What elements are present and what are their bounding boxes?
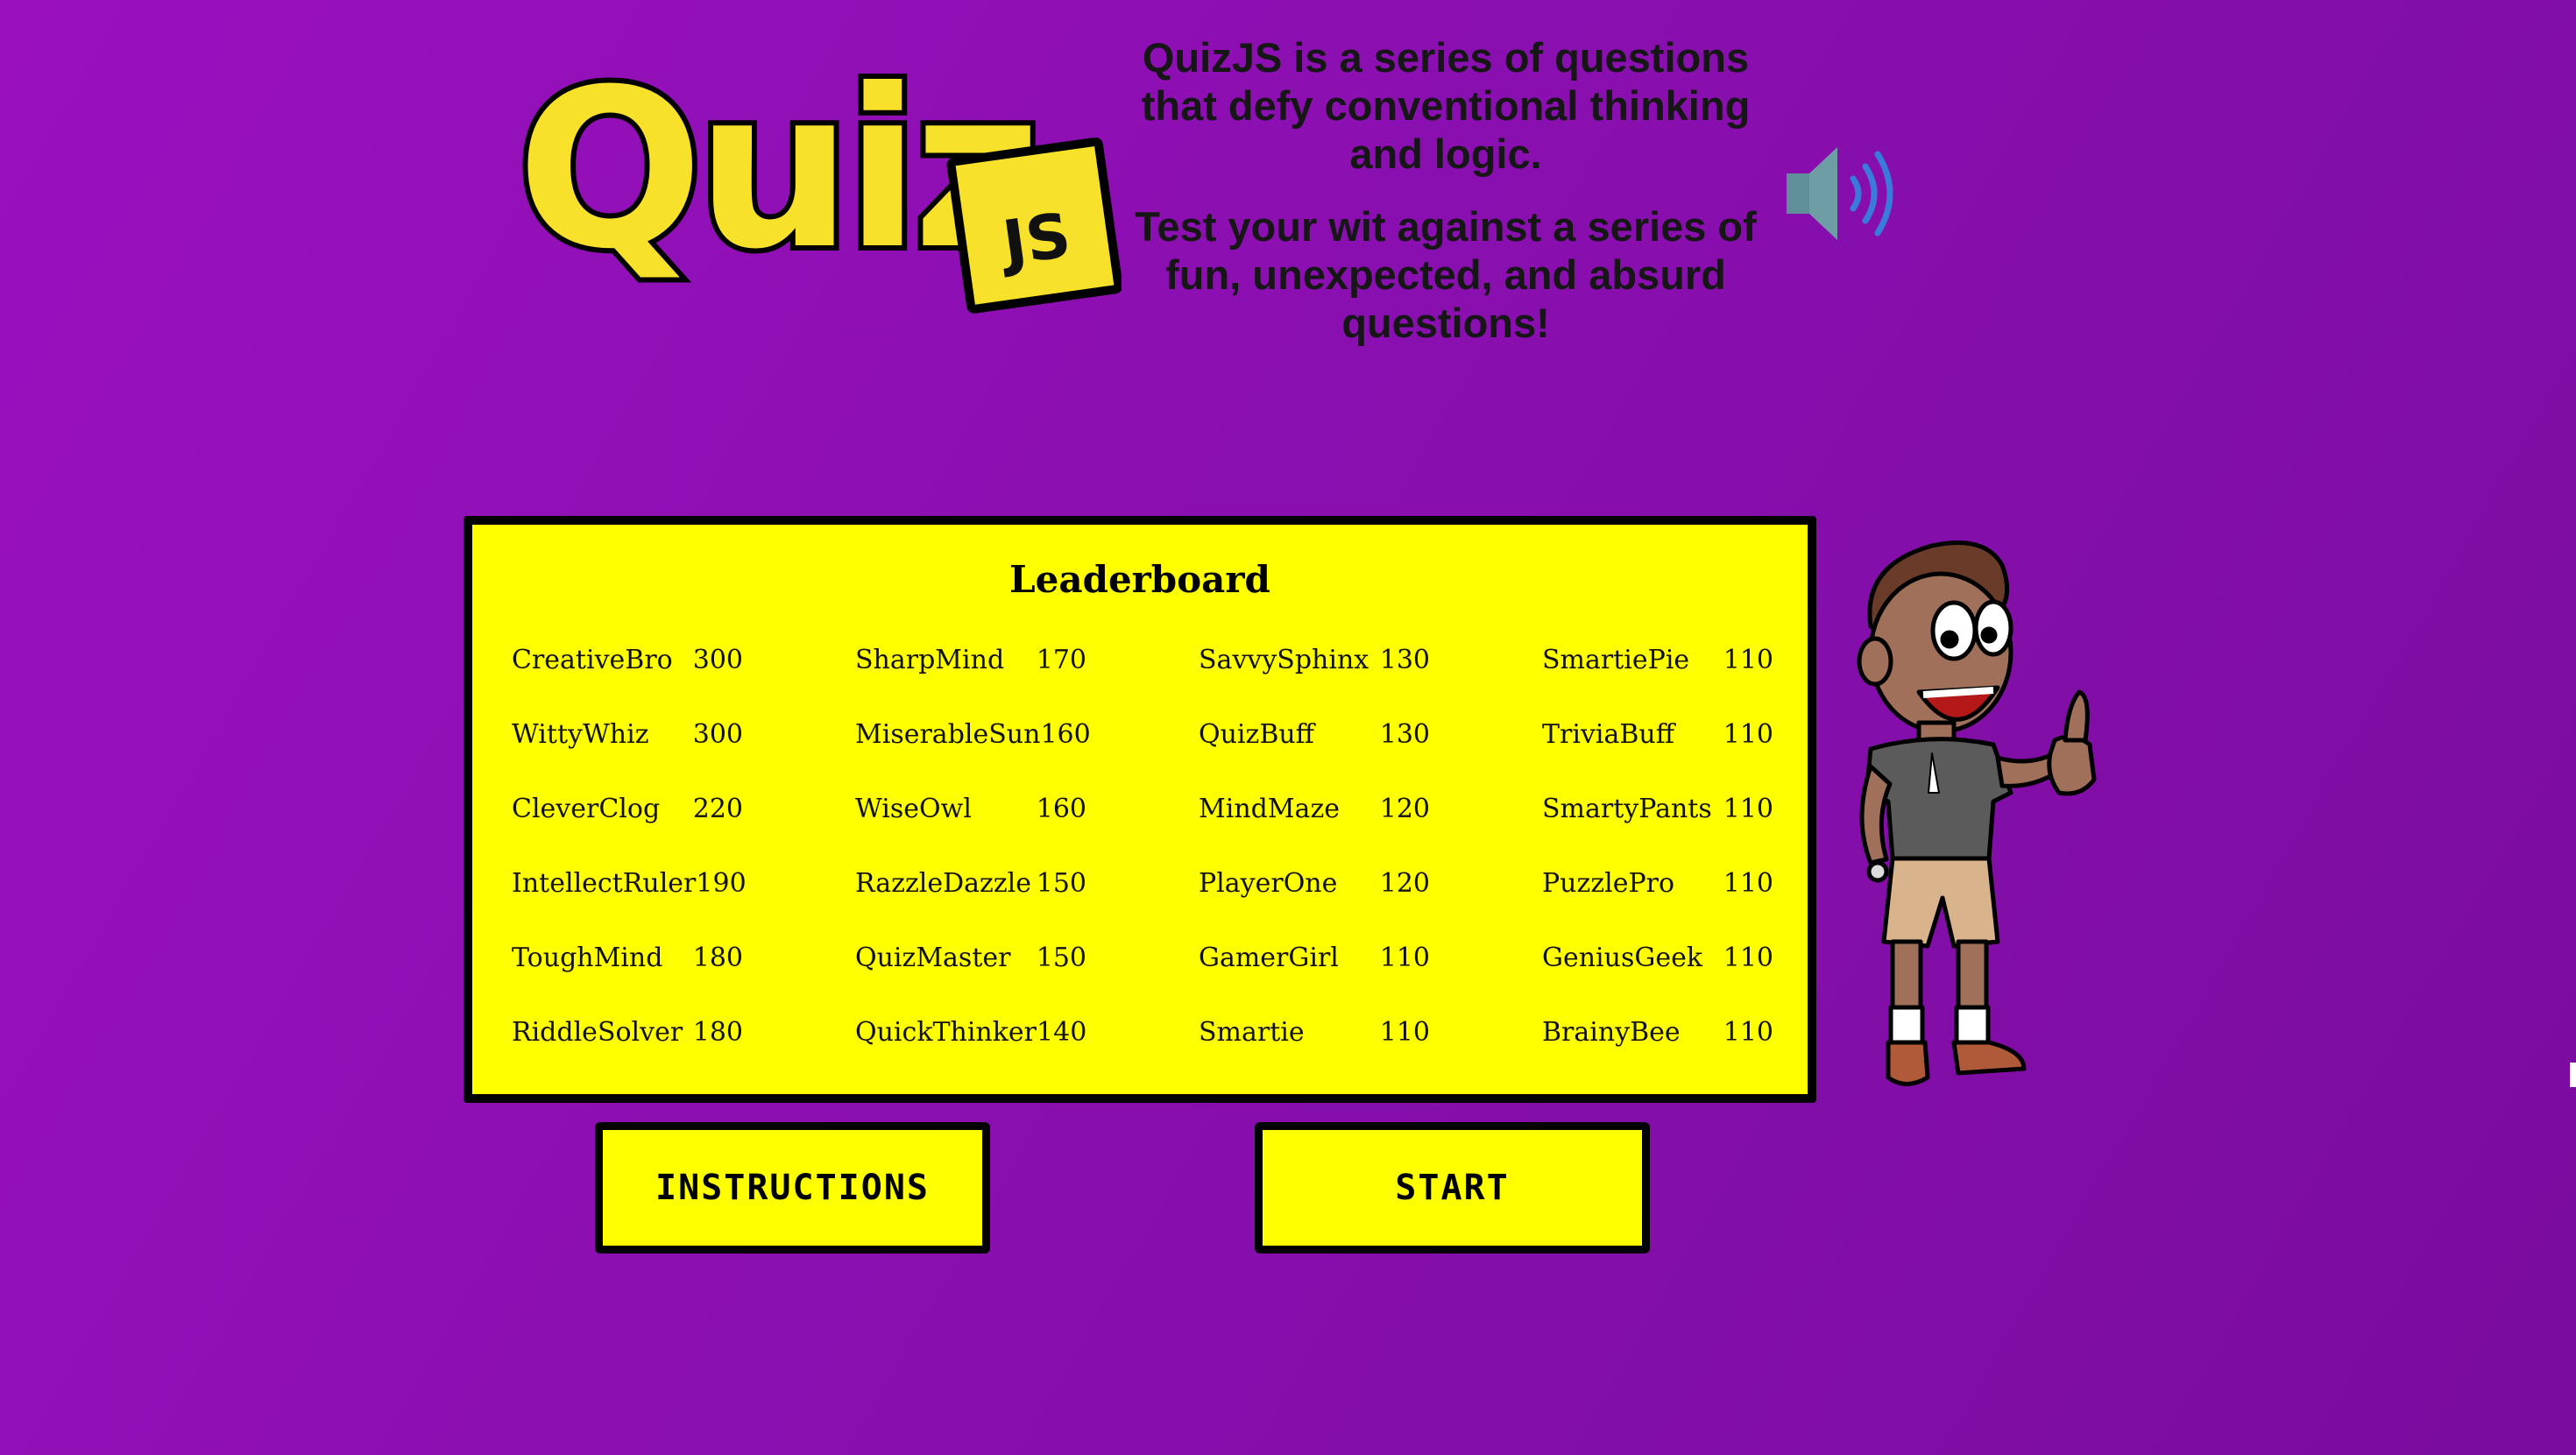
player-score: 150 bbox=[1036, 868, 1086, 899]
player-name: RiddleSolver bbox=[512, 1017, 683, 1048]
leaderboard-entry: QuizBuff 130 bbox=[1199, 697, 1430, 772]
player-score: 110 bbox=[1723, 1017, 1773, 1048]
player-score: 110 bbox=[1723, 645, 1773, 675]
player-score: 300 bbox=[692, 645, 743, 675]
leaderboard-entry: SmartyPants 110 bbox=[1542, 772, 1773, 846]
leaderboard-title: Leaderboard bbox=[1009, 558, 1270, 601]
player-score: 170 bbox=[1036, 645, 1086, 675]
start-button[interactable]: START bbox=[1255, 1122, 1650, 1254]
leaderboard-grid: CreativeBro 300 WittyWhiz 300 CleverClog 22… bbox=[512, 623, 1773, 1070]
player-name: SavvySphinx bbox=[1199, 645, 1369, 675]
speaker-on-icon[interactable] bbox=[1783, 140, 1901, 245]
leaderboard-entry: Smartie 110 bbox=[1199, 995, 1430, 1070]
leaderboard-entry: RazzleDazzle 150 bbox=[855, 846, 1086, 921]
leaderboard-entry: MiserableSun 160 bbox=[855, 697, 1091, 772]
edge-marker bbox=[2570, 1063, 2576, 1087]
player-name: QuickThinker bbox=[855, 1017, 1037, 1048]
player-name: GeniusGeek bbox=[1542, 943, 1703, 973]
leaderboard-entry: MindMaze 120 bbox=[1199, 772, 1430, 846]
player-score: 120 bbox=[1379, 794, 1430, 824]
leaderboard-entry: TriviaBuff 110 bbox=[1542, 697, 1773, 772]
player-score: 300 bbox=[692, 719, 743, 750]
player-score: 110 bbox=[1723, 943, 1773, 973]
player-name: IntellectRuler bbox=[512, 868, 697, 899]
player-score: 190 bbox=[696, 868, 747, 899]
player-name: TriviaBuff bbox=[1542, 719, 1675, 750]
player-score: 130 bbox=[1379, 645, 1430, 675]
player-name: MiserableSun bbox=[855, 719, 1041, 750]
player-name: PlayerOne bbox=[1199, 868, 1338, 899]
leaderboard-panel: Leaderboard CreativeBro 300 WittyWhiz 300 … bbox=[464, 516, 1816, 1103]
player-score: 110 bbox=[1723, 719, 1773, 750]
leaderboard-entry: IntellectRuler 190 bbox=[512, 846, 747, 921]
player-name: MindMaze bbox=[1199, 794, 1341, 824]
player-score: 160 bbox=[1036, 794, 1086, 824]
player-score: 110 bbox=[1379, 1017, 1430, 1048]
player-name: PuzzlePro bbox=[1542, 868, 1675, 899]
leaderboard-entry: SavvySphinx 130 bbox=[1199, 623, 1430, 697]
player-score: 120 bbox=[1379, 868, 1430, 899]
player-name: Smartie bbox=[1199, 1017, 1305, 1048]
logo-badge: JS bbox=[995, 199, 1075, 279]
player-score: 180 bbox=[692, 943, 743, 973]
leaderboard-entry: SmartiePie 110 bbox=[1542, 623, 1773, 697]
leaderboard-entry: BrainyBee 110 bbox=[1542, 995, 1773, 1070]
player-score: 180 bbox=[692, 1017, 743, 1048]
player-score: 150 bbox=[1036, 943, 1086, 973]
player-name: SmartyPants bbox=[1542, 794, 1712, 824]
player-name: CreativeBro bbox=[512, 645, 673, 675]
leaderboard-entry: SharpMind 170 bbox=[855, 623, 1086, 697]
leaderboard-entry: PuzzlePro 110 bbox=[1542, 846, 1773, 921]
player-score: 110 bbox=[1723, 794, 1773, 824]
leaderboard-entry: WiseOwl 160 bbox=[855, 772, 1086, 846]
player-score: 110 bbox=[1723, 868, 1773, 899]
instructions-button[interactable]: INSTRUCTIONS bbox=[595, 1122, 990, 1254]
player-name: CleverClog bbox=[512, 794, 661, 824]
player-name: GamerGirl bbox=[1199, 943, 1339, 973]
leaderboard-entry: RiddleSolver 180 bbox=[512, 995, 743, 1070]
player-score: 130 bbox=[1379, 719, 1430, 750]
player-name: SmartiePie bbox=[1542, 645, 1690, 675]
leaderboard-entry: PlayerOne 120 bbox=[1199, 846, 1430, 921]
player-name: QuizMaster bbox=[855, 943, 1011, 973]
mascot-thumbs-up-illustration bbox=[1836, 530, 2134, 1095]
leaderboard-entry: GeniusGeek 110 bbox=[1542, 921, 1773, 995]
player-name: SharpMind bbox=[855, 645, 1005, 675]
player-name: RazzleDazzle bbox=[855, 868, 1032, 899]
player-score: 110 bbox=[1379, 943, 1430, 973]
leaderboard-entry: QuizMaster 150 bbox=[855, 921, 1086, 995]
player-score: 140 bbox=[1037, 1017, 1087, 1048]
player-name: WittyWhiz bbox=[512, 719, 649, 750]
player-name: ToughMind bbox=[512, 943, 663, 973]
leaderboard-entry: CreativeBro 300 bbox=[512, 623, 743, 697]
player-name: BrainyBee bbox=[1542, 1017, 1681, 1048]
quizjs-logo: Quiz JS bbox=[508, 48, 1122, 328]
intro-paragraph-1: QuizJS is a series of questions that def… bbox=[1141, 34, 1751, 177]
leaderboard-entry: GamerGirl 110 bbox=[1199, 921, 1430, 995]
leaderboard-entry: WittyWhiz 300 bbox=[512, 697, 743, 772]
player-name: QuizBuff bbox=[1199, 719, 1314, 750]
intro-text: QuizJS is a series of questions that def… bbox=[1122, 33, 1770, 371]
player-score: 220 bbox=[692, 794, 743, 824]
intro-paragraph-2: Test your wit against a series of fun, u… bbox=[1135, 203, 1757, 346]
leaderboard-entry: CleverClog 220 bbox=[512, 772, 743, 846]
leaderboard-entry: ToughMind 180 bbox=[512, 921, 743, 995]
leaderboard-entry: QuickThinker 140 bbox=[855, 995, 1086, 1070]
player-score: 160 bbox=[1040, 719, 1091, 750]
player-name: WiseOwl bbox=[855, 794, 972, 824]
